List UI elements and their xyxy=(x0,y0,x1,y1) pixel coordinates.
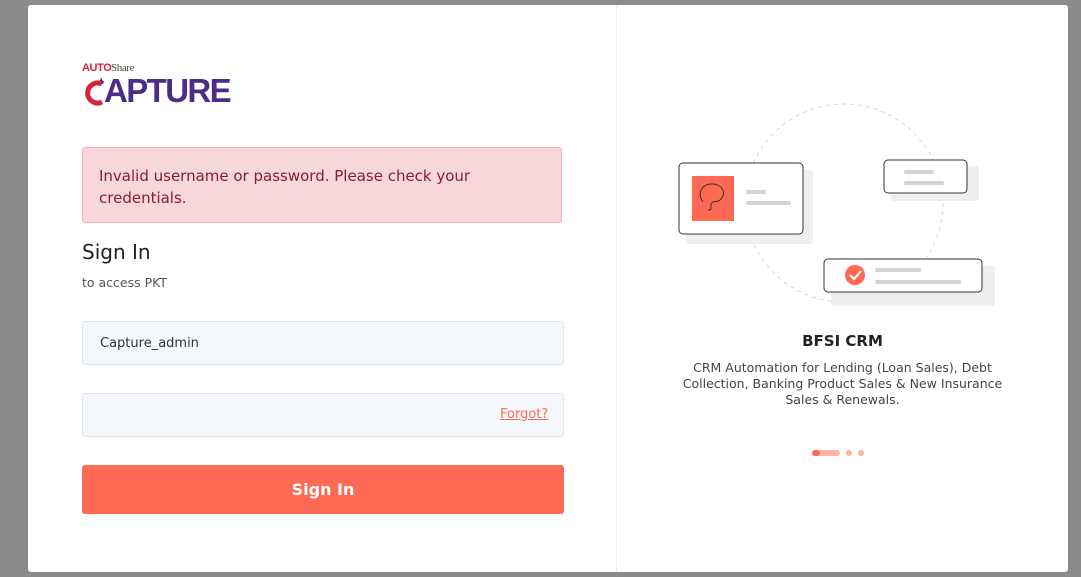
error-alert: Invalid username or password. Please che… xyxy=(82,147,562,223)
carousel-dot-2[interactable] xyxy=(846,450,852,456)
carousel-title: BFSI CRM xyxy=(802,332,883,350)
carousel-dot-1[interactable] xyxy=(812,450,840,456)
page-title: Sign In xyxy=(82,240,151,264)
logo-c-magnet-icon xyxy=(85,78,105,106)
login-panel: AUTO Share APTURE Invalid username or pa… xyxy=(28,5,616,572)
carousel-description: CRM Automation for Lending (Loan Sales),… xyxy=(682,360,1003,407)
carousel-indicators xyxy=(812,449,872,457)
feature-carousel: BFSI CRM CRM Automation for Lending (Loa… xyxy=(617,5,1068,572)
sign-in-button[interactable]: Sign In xyxy=(82,465,564,514)
logo-main-text: APTURE xyxy=(104,72,232,109)
crm-illustration xyxy=(678,103,995,306)
page-subtitle: to access PKT xyxy=(82,275,168,290)
forgot-password-link[interactable]: Forgot? xyxy=(500,407,548,422)
login-card: AUTO Share APTURE Invalid username or pa… xyxy=(28,5,1068,572)
capture-logo: AUTO Share APTURE xyxy=(82,62,242,110)
username-input[interactable] xyxy=(82,321,564,365)
carousel-dot-3[interactable] xyxy=(858,450,864,456)
password-input[interactable] xyxy=(82,393,564,437)
